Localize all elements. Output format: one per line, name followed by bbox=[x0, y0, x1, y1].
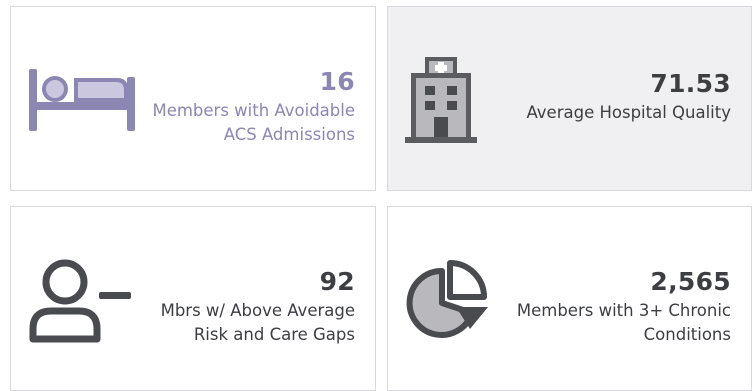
tile-text: 16 Members with Avoidable ACS Admissions bbox=[152, 67, 355, 147]
tile-text: 71.53 Average Hospital Quality bbox=[526, 69, 731, 125]
tile-value: 92 bbox=[319, 267, 355, 296]
tile-label-line2: ACS Admissions bbox=[223, 125, 355, 144]
tile-label-line1: Members with 3+ Chronic bbox=[516, 301, 731, 320]
tile-label-line2: Conditions bbox=[643, 325, 731, 344]
tile-value: 2,565 bbox=[650, 267, 731, 296]
hospital-building-icon bbox=[405, 57, 477, 143]
tile-chronic-conditions[interactable]: 2,565 Members with 3+ Chronic Conditions bbox=[387, 206, 752, 391]
pie-chart-icon bbox=[406, 260, 488, 338]
tile-average-hospital-quality[interactable]: 71.53 Average Hospital Quality bbox=[387, 6, 752, 191]
tile-label-line1: Average Hospital Quality bbox=[526, 103, 731, 122]
tile-above-average-risk-care-gaps[interactable]: 92 Mbrs w/ Above Average Risk and Care G… bbox=[10, 206, 376, 391]
tile-text: 92 Mbrs w/ Above Average Risk and Care G… bbox=[161, 267, 355, 347]
tile-label-line1: Mbrs w/ Above Average bbox=[160, 301, 355, 320]
tile-value: 16 bbox=[319, 67, 355, 96]
person-minus-icon bbox=[29, 259, 131, 343]
tile-avoidable-acs-admissions[interactable]: 16 Members with Avoidable ACS Admissions bbox=[10, 6, 376, 191]
tile-label-line2: Risk and Care Gaps bbox=[193, 325, 355, 344]
hospital-bed-icon bbox=[29, 69, 135, 131]
tile-label-line1: Members with Avoidable bbox=[152, 101, 355, 120]
tile-value: 71.53 bbox=[650, 69, 731, 98]
tile-text: 2,565 Members with 3+ Chronic Conditions bbox=[517, 267, 731, 347]
